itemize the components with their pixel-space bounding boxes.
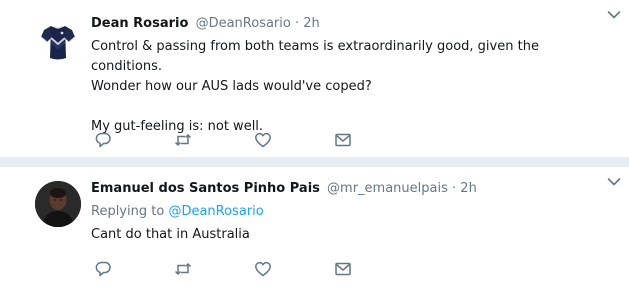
tweet-actions <box>94 131 354 149</box>
tweet[interactable]: Emanuel dos Santos Pinho Pais @mr_emanue… <box>0 167 629 296</box>
reply-icon[interactable] <box>94 260 112 278</box>
profile-photo-avatar <box>35 181 81 227</box>
author-username[interactable]: @mr_emanuelpais <box>327 181 448 196</box>
retweet-icon[interactable] <box>174 131 192 149</box>
tweet[interactable]: Dean Rosario @DeanRosario · 2h Control &… <box>0 0 629 157</box>
tweet-content: Dean Rosario @DeanRosario · 2h Control &… <box>91 14 599 137</box>
tweet-timestamp[interactable]: 2h <box>303 16 320 31</box>
reply-icon[interactable] <box>94 131 112 149</box>
envelope-icon[interactable] <box>334 260 352 278</box>
tweet-actions <box>94 260 354 278</box>
heart-icon[interactable] <box>254 131 272 149</box>
separator-dot: · <box>452 181 457 196</box>
author-username[interactable]: @DeanRosario <box>196 16 291 31</box>
chevron-down-icon[interactable] <box>607 5 621 19</box>
author-fullname[interactable]: Dean Rosario <box>91 16 188 31</box>
author-fullname[interactable]: Emanuel dos Santos Pinho Pais <box>91 181 320 196</box>
mention-link[interactable]: @DeanRosario <box>168 204 263 219</box>
separator-dot: · <box>294 16 300 31</box>
tweet-text-line: Wonder how our AUS lads would've coped? <box>91 79 372 94</box>
replying-to-context: Replying to @DeanRosario <box>91 202 599 222</box>
retweet-icon[interactable] <box>174 260 192 278</box>
tweet-feed: Dean Rosario @DeanRosario · 2h Control &… <box>0 0 629 296</box>
tweet-text: Control & passing from both teams is ext… <box>91 37 599 137</box>
tweet-content: Emanuel dos Santos Pinho Pais @mr_emanue… <box>91 179 599 245</box>
envelope-icon[interactable] <box>334 131 352 149</box>
tweet-text-line: Cant do that in Australia <box>91 227 250 242</box>
chevron-down-icon[interactable] <box>607 172 621 186</box>
heart-icon[interactable] <box>254 260 272 278</box>
avatar[interactable] <box>35 181 81 227</box>
tweet-header: Dean Rosario @DeanRosario · 2h <box>91 14 599 34</box>
tweet-timestamp[interactable]: 2h <box>460 181 477 196</box>
tweet-text-line: Control & passing from both teams is ext… <box>91 39 539 74</box>
tweet-text: Cant do that in Australia <box>91 225 599 245</box>
avatar[interactable] <box>35 20 81 66</box>
jersey-avatar-icon <box>35 20 81 66</box>
replying-to-label: Replying to <box>91 204 165 219</box>
tweet-header: Emanuel dos Santos Pinho Pais @mr_emanue… <box>91 179 599 199</box>
